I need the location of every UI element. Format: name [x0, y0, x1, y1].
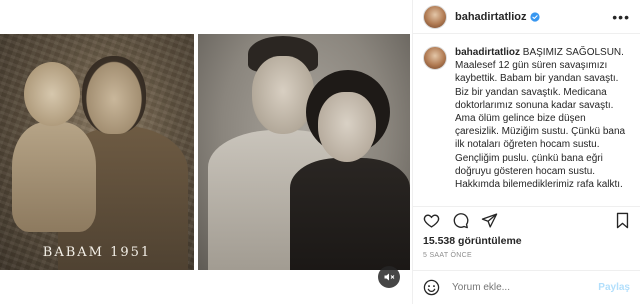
photo-figure	[24, 62, 80, 126]
view-count[interactable]: 15.538 görüntüleme	[423, 235, 522, 247]
username-link[interactable]: bahadirtatlioz	[455, 11, 527, 23]
smiley-icon[interactable]	[423, 279, 440, 296]
photo-caption: BABAM 1951	[42, 245, 152, 260]
avatar[interactable]	[423, 46, 447, 70]
caption-text: bahadirtatlioz BAŞIMIZ SAĞOLSUN. Maalese…	[455, 46, 630, 206]
verified-badge-icon	[529, 11, 540, 22]
more-dots-icon[interactable]: •••	[612, 9, 630, 25]
post-sidebar: bahadirtatlioz ••• bahadirtatlioz BAŞIMI…	[412, 0, 640, 304]
heart-icon[interactable]	[423, 212, 440, 229]
photo-figure	[252, 56, 314, 134]
action-bar	[413, 206, 640, 234]
speaker-muted-icon	[384, 273, 395, 281]
caption-username[interactable]: bahadirtatlioz	[455, 47, 520, 58]
photo-couple	[198, 34, 410, 270]
paper-plane-icon[interactable]	[481, 212, 498, 229]
photo-figure	[82, 56, 146, 134]
bookmark-icon[interactable]	[615, 212, 630, 229]
photo-figure	[318, 92, 376, 162]
avatar[interactable]	[423, 4, 447, 29]
photo-figure	[12, 122, 96, 232]
photo-figure	[290, 158, 410, 270]
mute-button[interactable]	[378, 266, 400, 288]
post-comment-button[interactable]: Paylaş	[598, 282, 630, 293]
add-comment-bar: Paylaş	[413, 270, 640, 304]
comment-input[interactable]	[452, 282, 599, 293]
caption-body: BAŞIMIZ SAĞOLSUN. Maalesef 12 gün süren …	[455, 47, 626, 191]
photo-father-with-mother-1951: BABAM 1951	[0, 34, 194, 270]
post-media[interactable]: BABAM 1951	[0, 0, 412, 304]
post-header: bahadirtatlioz •••	[413, 0, 640, 34]
comment-bubble-icon[interactable]	[452, 212, 469, 229]
post-timestamp[interactable]: 5 SAAT ÖNCE	[423, 252, 472, 259]
post-container: BABAM 1951 bahadirtatlioz ••• bahadirtat…	[0, 0, 640, 304]
caption-block: bahadirtatlioz BAŞIMIZ SAĞOLSUN. Maalese…	[413, 34, 640, 206]
